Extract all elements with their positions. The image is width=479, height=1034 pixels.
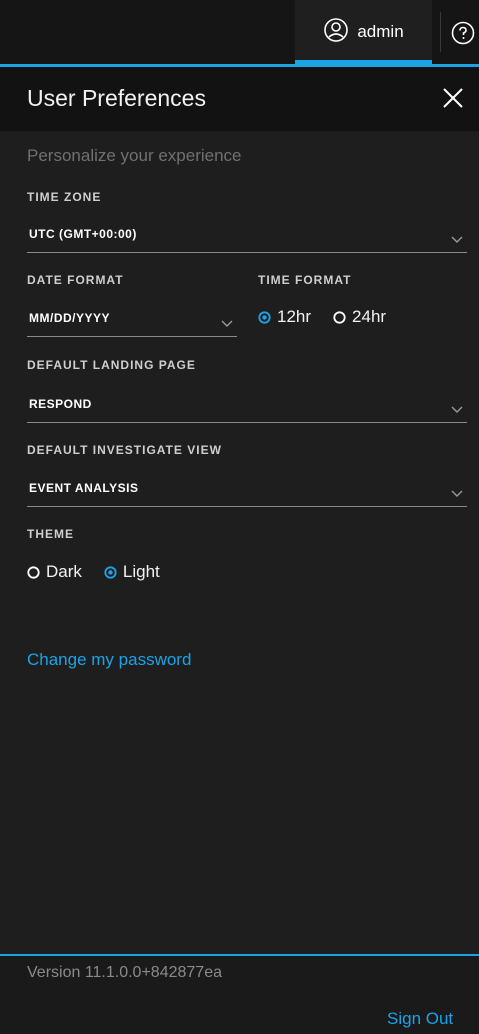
theme-radio-group: Dark Light — [27, 562, 160, 582]
time-format-radio-group: 12hr 24hr — [258, 307, 386, 327]
time-zone-label: TIME ZONE — [27, 190, 102, 204]
user-name: admin — [357, 22, 404, 41]
footer-accent-line — [0, 954, 479, 956]
theme-dark-label: Dark — [46, 562, 82, 581]
theme-light-label: Light — [122, 562, 160, 581]
user-circle-icon — [323, 17, 349, 48]
landing-page-value: RESPOND — [29, 397, 92, 411]
landing-page-select[interactable]: RESPOND — [27, 388, 467, 423]
date-format-value: MM/DD/YYYY — [29, 311, 111, 325]
version-text: Version 11.1.0.0+842877ea — [27, 964, 222, 981]
time-format-label: TIME FORMAT — [258, 273, 352, 287]
close-icon[interactable] — [442, 87, 464, 114]
chevron-down-icon — [451, 231, 463, 249]
landing-page-label: DEFAULT LANDING PAGE — [27, 358, 196, 372]
theme-dark-radio[interactable]: Dark — [27, 562, 82, 582]
change-password-link[interactable]: Change my password — [27, 650, 191, 670]
date-format-label: DATE FORMAT — [27, 273, 124, 287]
investigate-view-label: DEFAULT INVESTIGATE VIEW — [27, 443, 222, 457]
help-circle-icon[interactable] — [451, 21, 475, 50]
time-format-12hr-label: 12hr — [277, 307, 312, 326]
time-zone-select[interactable]: UTC (GMT+00:00) — [27, 218, 467, 253]
theme-light-radio[interactable]: Light — [104, 562, 160, 582]
sign-out-link[interactable]: Sign Out — [387, 1009, 453, 1029]
date-format-select[interactable]: MM/DD/YYYY — [27, 302, 237, 337]
top-bar: admin — [0, 0, 479, 64]
chevron-down-icon — [221, 315, 233, 333]
chevron-down-icon — [451, 401, 463, 419]
panel-header: User Preferences — [0, 67, 479, 131]
topbar-divider — [440, 12, 441, 52]
time-zone-value: UTC (GMT+00:00) — [29, 227, 137, 241]
panel-subtitle: Personalize your experience — [27, 146, 242, 165]
panel-title: User Preferences — [27, 85, 206, 111]
investigate-view-select[interactable]: EVENT ANALYSIS — [27, 472, 467, 507]
theme-label: THEME — [27, 527, 74, 541]
time-format-24hr-radio[interactable]: 24hr — [333, 307, 386, 327]
time-format-24hr-label: 24hr — [352, 307, 387, 326]
user-menu-button[interactable]: admin — [295, 0, 432, 64]
time-format-12hr-radio[interactable]: 12hr — [258, 307, 311, 327]
chevron-down-icon — [451, 485, 463, 503]
investigate-view-value: EVENT ANALYSIS — [29, 481, 139, 495]
